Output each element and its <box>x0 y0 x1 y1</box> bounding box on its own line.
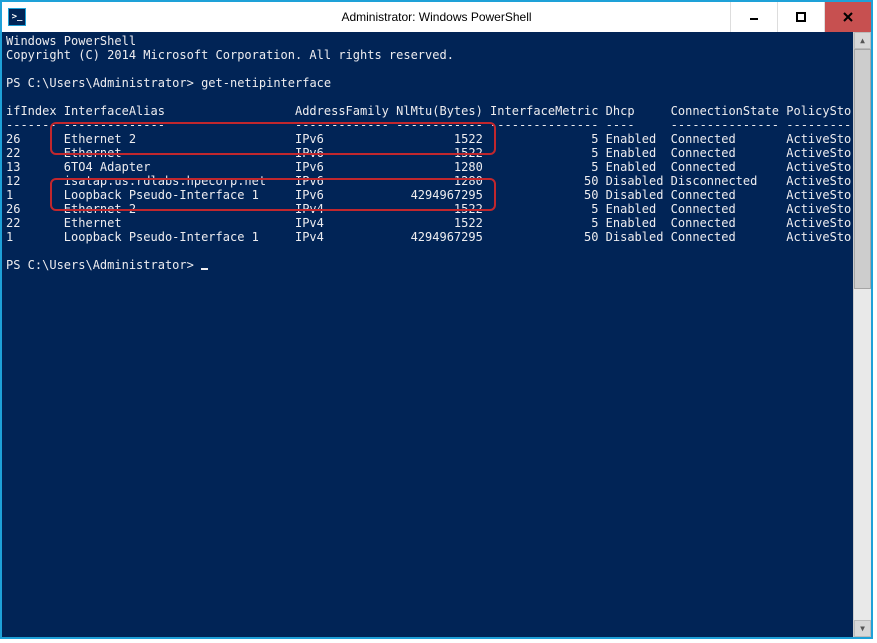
scroll-thumb[interactable] <box>854 49 871 289</box>
title-bar[interactable]: >_ Administrator: Windows PowerShell <box>2 2 871 33</box>
vertical-scrollbar[interactable]: ▲ ▼ <box>853 32 871 637</box>
prompt-command: get-netipinterface <box>201 76 331 90</box>
data-rows: 26 Ethernet 2 IPv6 1522 5 Enabled Connec… <box>6 132 866 244</box>
window-buttons <box>730 2 871 32</box>
scroll-up-button[interactable]: ▲ <box>854 32 871 49</box>
column-dashes-row: ------- -------------- ------------- ---… <box>6 118 866 132</box>
minimize-button[interactable] <box>730 2 777 32</box>
terminal-output[interactable]: Windows PowerShell Copyright (C) 2014 Mi… <box>2 32 871 637</box>
header-line-1: Windows PowerShell <box>6 34 136 48</box>
maximize-button[interactable] <box>777 2 824 32</box>
powershell-window: >_ Administrator: Windows PowerShell Win… <box>0 0 873 639</box>
prompt-path: PS C:\Users\Administrator> <box>6 76 194 90</box>
scroll-down-button[interactable]: ▼ <box>854 620 871 637</box>
powershell-icon: >_ <box>8 8 26 26</box>
close-button[interactable] <box>824 2 871 32</box>
cursor <box>201 268 208 270</box>
prompt-path-2: PS C:\Users\Administrator> <box>6 258 194 272</box>
header-line-2: Copyright (C) 2014 Microsoft Corporation… <box>6 48 454 62</box>
column-header-row: ifIndex InterfaceAlias AddressFamily NlM… <box>6 104 866 118</box>
